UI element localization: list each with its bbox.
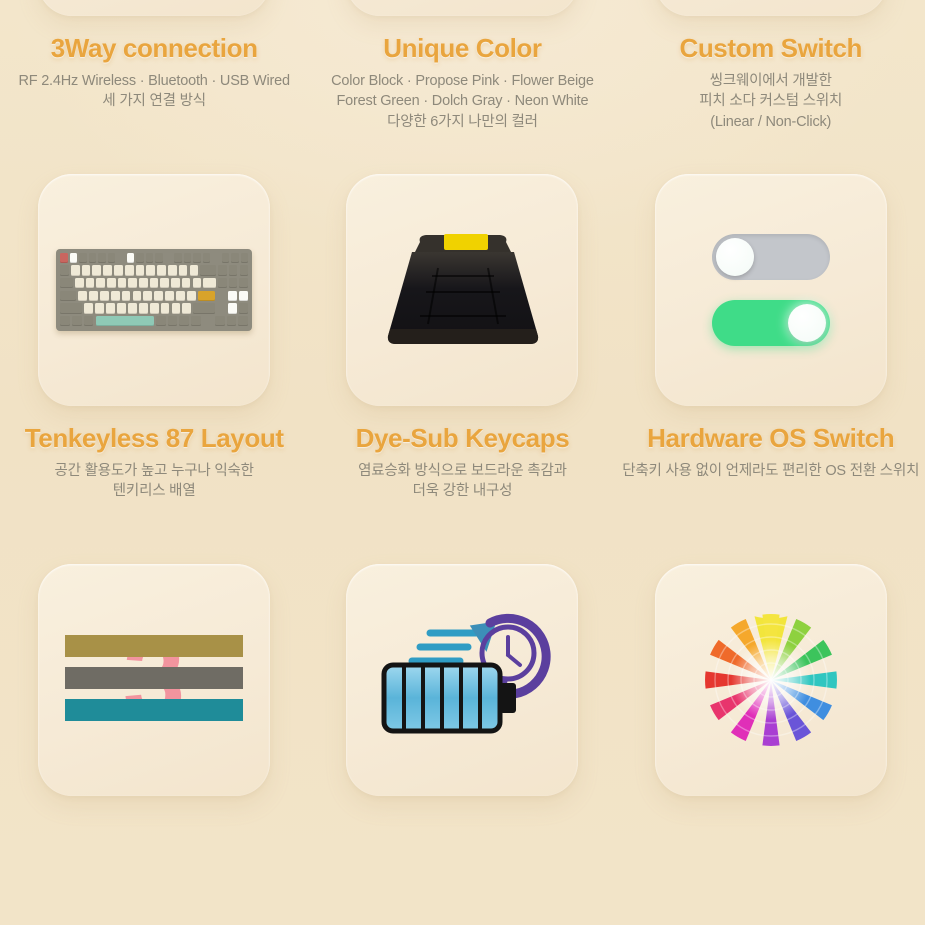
feature-caption: Custom Switch 씽크웨이에서 개발한 피치 소다 커스텀 스위치 (Li… [621, 33, 921, 133]
feature-title: Dye-Sub Keycaps [355, 423, 570, 453]
feature-cell-tenkeyless-layout: Tenkeyless 87 Layout 공간 활용도가 높고 누구나 익숙한 텐… [0, 152, 308, 542]
tkl-keyboard-icon [56, 248, 253, 332]
feature-cell-3way-connection: 3Way connection RF 2.4Hz Wireless · Blue… [0, 0, 308, 152]
feature-icon-card [654, 0, 887, 16]
feature-cell-battery-fast-charge [308, 542, 616, 925]
feature-description: 씽크웨이에서 개발한 피치 소다 커스텀 스위치 (Linear / Non-Cli… [699, 72, 843, 131]
feature-icon-card [654, 174, 887, 406]
feature-icon-card [346, 0, 579, 16]
feature-title: Custom Switch [679, 33, 863, 63]
feature-icon-card [38, 0, 271, 16]
toggle-off[interactable] [711, 234, 830, 280]
feature-title: Unique Color [383, 33, 542, 63]
color-wheel-icon [704, 614, 837, 746]
feature-caption: Hardware OS Switch 단축키 사용 없이 언제라도 편리한 OS… [621, 423, 921, 481]
feature-cell-unique-color: Unique Color Color Block · Propose Pink … [308, 0, 616, 152]
toggle-on[interactable] [711, 300, 830, 346]
feature-icon-card [654, 564, 887, 796]
feature-grid-page: 3Way connection RF 2.4Hz Wireless · Blue… [0, 0, 925, 925]
feature-caption: Dye-Sub Keycaps 염료승화 방식으로 보드라운 촉감과 더욱 강한 … [312, 423, 612, 502]
feature-title: Hardware OS Switch [647, 423, 895, 453]
feature-description: 염료승화 방식으로 보드라운 촉감과 더욱 강한 내구성 [358, 462, 567, 500]
feature-description: 단축키 사용 없이 언제라도 편리한 OS 전환 스위치 [622, 462, 920, 479]
battery-fast-charge-icon [381, 613, 552, 734]
feature-icon-card [38, 174, 271, 406]
feature-description: 공간 활용도가 높고 누구나 익숙한 텐키리스 배열 [54, 462, 254, 500]
feature-icon-card [346, 564, 579, 796]
three-stripes-icon: 3 [65, 616, 244, 741]
feature-grid: 3Way connection RF 2.4Hz Wireless · Blue… [0, 0, 925, 925]
feature-cell-color-wheel [617, 542, 925, 925]
feature-caption: Tenkeyless 87 Layout 공간 활용도가 높고 누구나 익숙한 텐… [4, 423, 304, 502]
keycap-icon [388, 234, 539, 344]
feature-cell-hardware-os-switch: Hardware OS Switch 단축키 사용 없이 언제라도 편리한 OS… [617, 152, 925, 542]
feature-cell-three-stripes: 3 [0, 542, 308, 925]
toggle-knob [787, 304, 826, 342]
feature-title: 3Way connection [50, 33, 258, 63]
toggle-knob [715, 238, 754, 276]
feature-cell-dye-sub-keycaps: Dye-Sub Keycaps 염료승화 방식으로 보드라운 촉감과 더욱 강한 … [308, 152, 616, 542]
os-toggle-switch-icon [711, 234, 830, 346]
feature-caption: 3Way connection RF 2.4Hz Wireless · Blue… [4, 33, 304, 112]
feature-caption: Unique Color Color Block · Propose Pink … [312, 33, 612, 133]
feature-icon-card [346, 174, 579, 406]
feature-description: Color Block · Propose Pink · Flower Beig… [331, 72, 594, 131]
feature-icon-card: 3 [38, 564, 271, 796]
feature-description: RF 2.4Hz Wireless · Bluetooth · USB Wire… [18, 72, 290, 110]
feature-title: Tenkeyless 87 Layout [24, 423, 284, 453]
feature-cell-custom-switch: Custom Switch 씽크웨이에서 개발한 피치 소다 커스텀 스위치 (Li… [617, 0, 925, 152]
